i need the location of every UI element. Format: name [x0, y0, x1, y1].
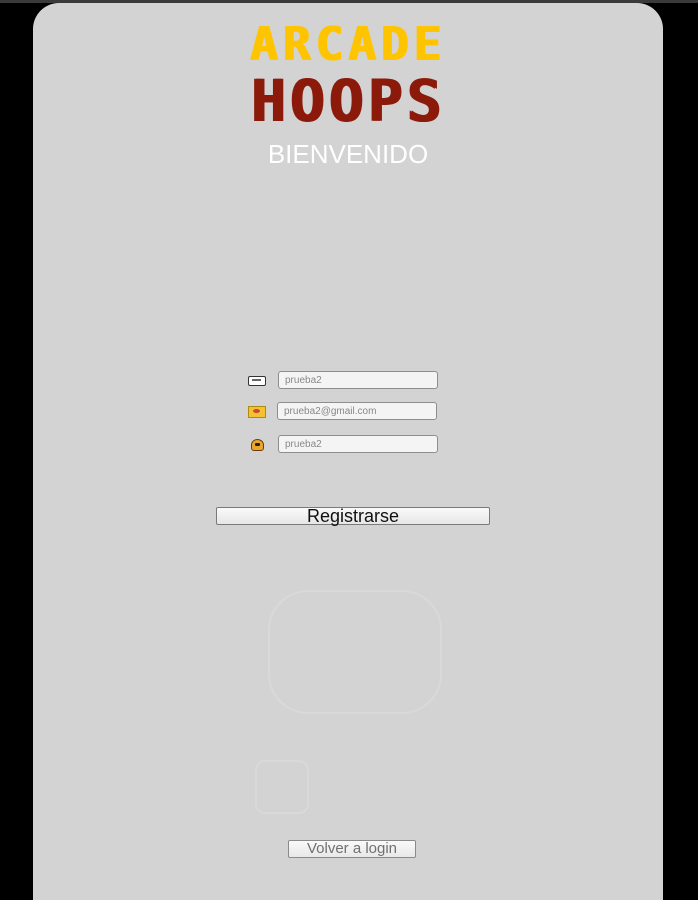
username-input[interactable]	[278, 371, 438, 389]
welcome-heading: BIENVENIDO	[267, 139, 429, 169]
lock-icon	[244, 438, 270, 452]
user-card-icon	[244, 374, 270, 388]
logo-arcade: ARCADE	[249, 17, 446, 71]
logo-hoops: HOOPS	[250, 67, 445, 135]
password-input[interactable]	[278, 435, 438, 453]
register-button[interactable]: Registrarse	[216, 507, 490, 525]
app-frame: ARCADE HOOPS BIENVENIDO Registrarse Volv…	[0, 0, 698, 900]
back-to-login-button[interactable]: Volver a login	[288, 840, 416, 858]
email-input[interactable]	[277, 402, 437, 420]
mail-icon	[244, 405, 270, 419]
background-decoration	[255, 760, 309, 814]
background-decoration	[268, 590, 442, 714]
